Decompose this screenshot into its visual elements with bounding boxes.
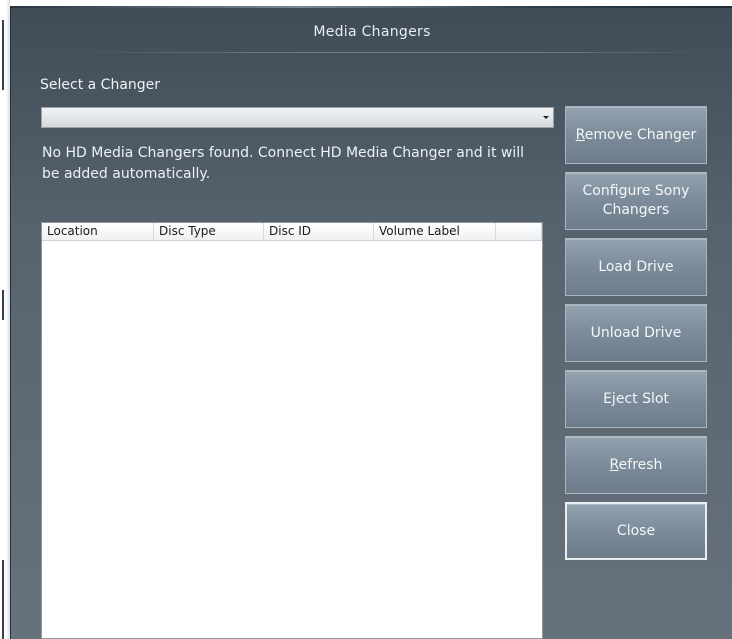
- column-disc-id[interactable]: Disc ID: [264, 223, 374, 240]
- refresh-button[interactable]: Refresh: [565, 436, 707, 494]
- refresh-label: efresh: [618, 456, 663, 473]
- slot-table[interactable]: Location Disc Type Disc ID Volume Label: [41, 222, 543, 639]
- eject-slot-label: Eject Slot: [603, 390, 669, 407]
- remove-changer-mnemonic: R: [575, 126, 585, 143]
- title-bar-stripe: [11, 6, 732, 8]
- load-drive-button[interactable]: Load Drive: [565, 238, 707, 296]
- column-disc-type[interactable]: Disc Type: [154, 223, 264, 240]
- select-changer-label: Select a Changer: [40, 77, 161, 93]
- remove-changer-label: emove Changer: [584, 126, 697, 143]
- column-location[interactable]: Location: [42, 223, 154, 240]
- eject-slot-button[interactable]: Eject Slot: [565, 370, 707, 428]
- no-changers-message: No HD Media Changers found. Connect HD M…: [42, 145, 525, 182]
- title-divider: [71, 52, 713, 53]
- table-header: Location Disc Type Disc ID Volume Label: [42, 223, 542, 241]
- close-button[interactable]: Close: [565, 502, 707, 560]
- load-drive-label: Load Drive: [598, 258, 674, 275]
- column-extra[interactable]: [496, 223, 542, 240]
- background-window-edge: [0, 0, 10, 639]
- column-volume-label[interactable]: Volume Label: [374, 223, 496, 240]
- refresh-mnemonic: R: [609, 456, 619, 473]
- changer-dropdown[interactable]: [41, 107, 554, 128]
- close-label: Close: [616, 522, 656, 539]
- configure-sony-changers-label: Configure Sony Changers: [582, 183, 690, 218]
- unload-drive-label: Unload Drive: [590, 324, 682, 341]
- configure-sony-changers-button[interactable]: Configure Sony Changers: [565, 172, 707, 230]
- dialog-title: Media Changers: [313, 24, 431, 40]
- chevron-down-icon[interactable]: [543, 116, 549, 119]
- remove-changer-button[interactable]: Remove Changer: [565, 106, 707, 164]
- unload-drive-button[interactable]: Unload Drive: [565, 304, 707, 362]
- media-changers-dialog: Media Changers Select a Changer No HD Me…: [10, 6, 732, 639]
